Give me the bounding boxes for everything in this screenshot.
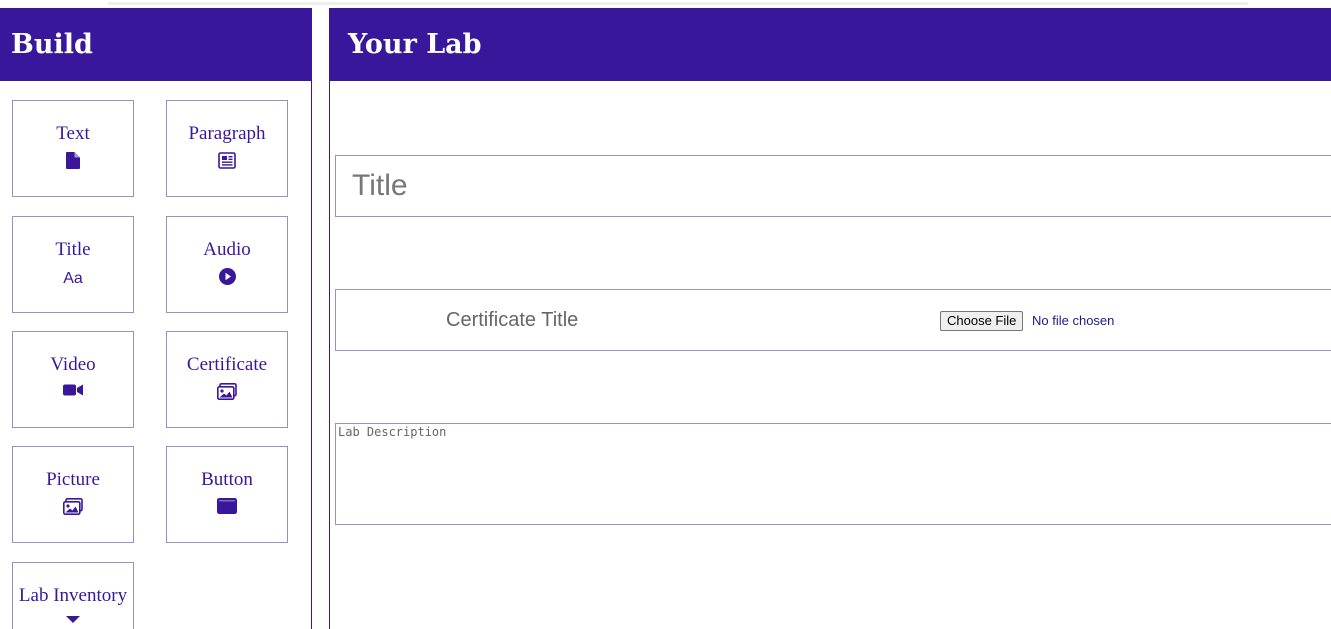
play-circle-icon bbox=[217, 268, 237, 286]
tool-lab-inventory[interactable]: Lab Inventory bbox=[12, 562, 134, 629]
tool-video[interactable]: Video bbox=[12, 331, 134, 428]
lab-description-textarea[interactable] bbox=[335, 423, 1331, 525]
tool-label: Picture bbox=[46, 469, 100, 490]
tool-label: Title bbox=[55, 239, 91, 260]
certificate-row: Choose File No file chosen bbox=[335, 289, 1331, 351]
tool-paragraph[interactable]: Paragraph bbox=[166, 100, 288, 197]
tool-text[interactable]: Text bbox=[12, 100, 134, 197]
tool-label: Text bbox=[56, 123, 90, 144]
tool-title[interactable]: Title Aa bbox=[12, 216, 134, 313]
main-title: Your Lab bbox=[330, 8, 1331, 81]
tool-picture[interactable]: Picture bbox=[12, 446, 134, 543]
browser-top-strip bbox=[0, 0, 1331, 8]
title-input[interactable] bbox=[335, 155, 1331, 217]
top-divider bbox=[108, 2, 1248, 5]
images-icon bbox=[63, 498, 83, 516]
images-icon bbox=[217, 383, 237, 401]
font-case-glyph: Aa bbox=[63, 270, 83, 287]
caret-down-icon bbox=[63, 614, 83, 629]
lab-editor: Your Lab Choose File No file chosen bbox=[329, 8, 1331, 629]
choose-file-button[interactable]: Choose File bbox=[940, 311, 1024, 331]
tool-button[interactable]: Button bbox=[166, 446, 288, 543]
button-rectangle-icon bbox=[217, 498, 237, 516]
tool-label: Certificate bbox=[186, 354, 268, 375]
tool-label: Video bbox=[50, 354, 96, 375]
font-case-icon: Aa bbox=[13, 268, 133, 288]
tool-certificate[interactable]: Certificate bbox=[166, 331, 288, 428]
build-sidebar: Build Text Paragraph Title Aa Audio Vide… bbox=[0, 8, 312, 629]
video-camera-icon bbox=[63, 383, 83, 401]
file-status-text: No file chosen bbox=[1032, 313, 1115, 328]
tool-label: Button bbox=[201, 469, 253, 490]
file-icon bbox=[63, 152, 83, 170]
sidebar-title: Build bbox=[0, 8, 311, 81]
newspaper-icon bbox=[217, 152, 237, 170]
tool-audio[interactable]: Audio bbox=[166, 216, 288, 313]
certificate-title-input[interactable] bbox=[436, 304, 856, 336]
tool-label: Paragraph bbox=[188, 123, 266, 144]
tool-label: Lab Inventory bbox=[18, 585, 128, 606]
tool-label: Audio bbox=[203, 239, 251, 260]
